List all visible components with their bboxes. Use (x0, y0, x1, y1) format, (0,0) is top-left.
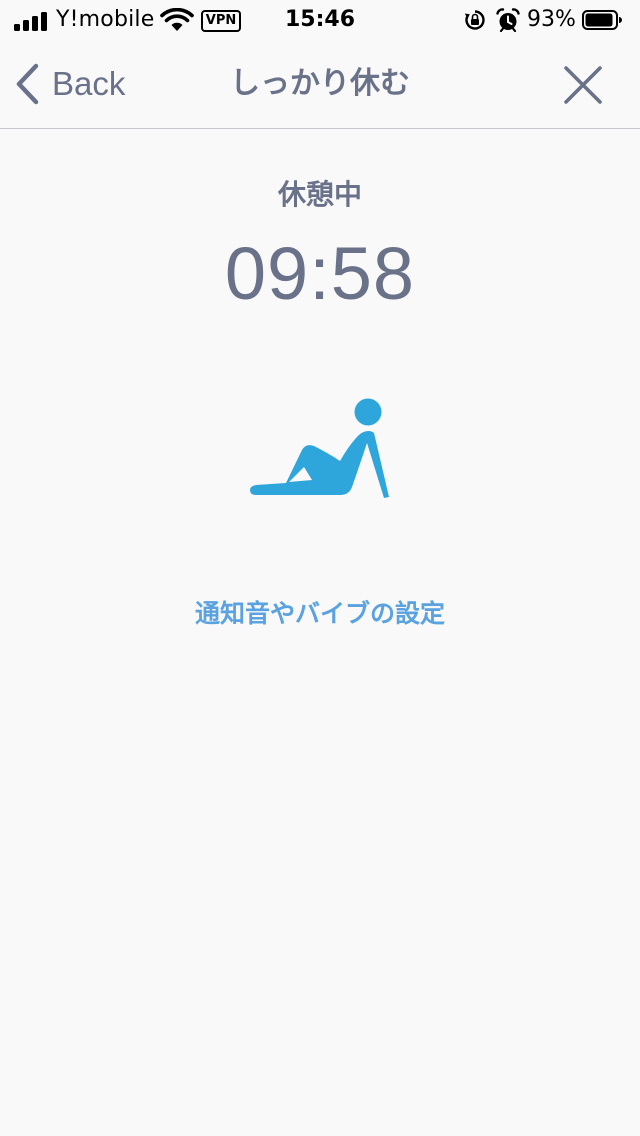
countdown-timer: 09:58 (224, 232, 416, 315)
battery-icon (582, 10, 622, 30)
battery-percentage: 93% (527, 7, 576, 32)
resting-person-icon (250, 398, 389, 498)
navigation-bar: Back しっかり休む (0, 40, 640, 129)
status-bar: Y!mobile VPN 15:46 93% (0, 0, 640, 40)
rest-status-label: 休憩中 (277, 178, 362, 211)
notification-settings-link[interactable]: 通知音やバイブの設定 (0, 596, 640, 632)
alarm-icon (496, 8, 520, 32)
rotation-lock-icon (464, 10, 485, 30)
page-title: しっかり休む (230, 66, 410, 101)
close-icon[interactable] (562, 64, 604, 106)
